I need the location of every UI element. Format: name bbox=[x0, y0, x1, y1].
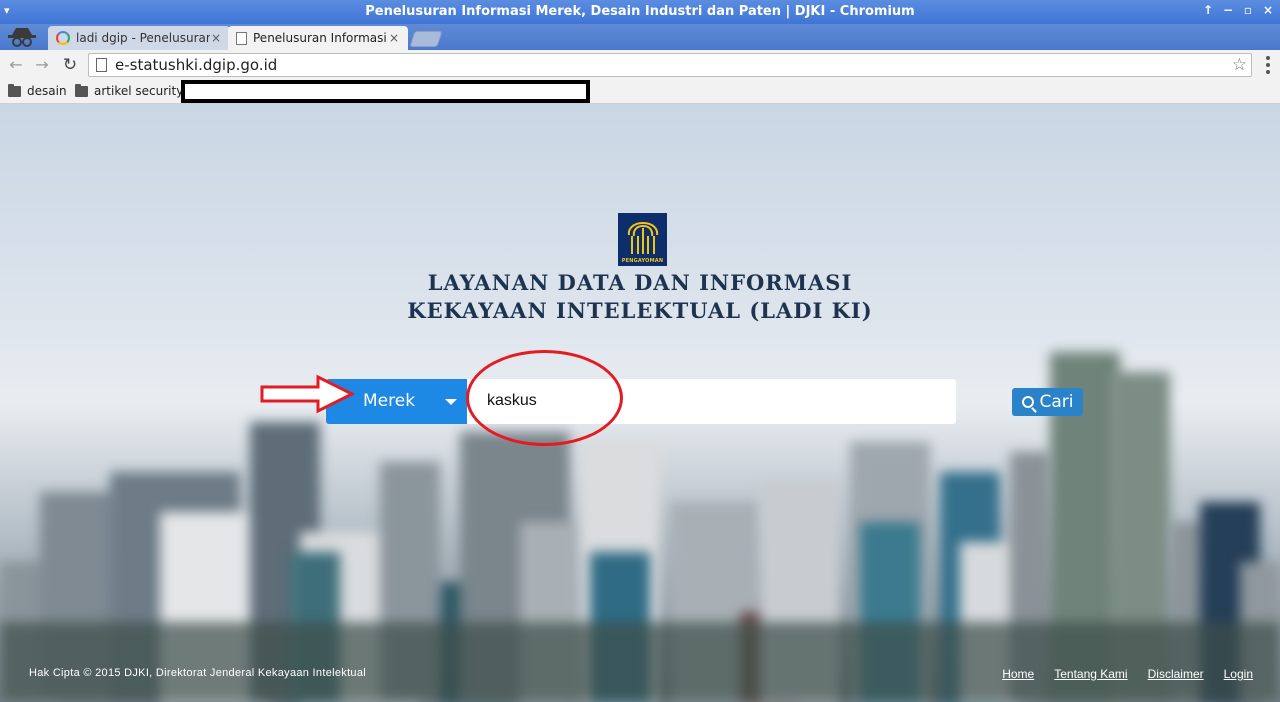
incognito-icon bbox=[8, 28, 36, 47]
maximize-icon[interactable]: ▫ bbox=[1242, 3, 1254, 17]
logo-label: PENGAYOMAN bbox=[621, 258, 664, 264]
google-icon bbox=[56, 31, 70, 45]
tab-penelusuran[interactable]: Penelusuran Informasi × bbox=[228, 26, 408, 50]
pengayoman-emblem-icon bbox=[627, 222, 658, 254]
tab-ladi-dgip[interactable]: ladi dgip - Penelusuran × bbox=[48, 26, 230, 50]
page-content: PENGAYOMAN LAYANAN DATA DAN INFORMASI KE… bbox=[0, 104, 1280, 702]
category-label: Merek bbox=[363, 391, 416, 411]
new-tab-button[interactable] bbox=[409, 31, 443, 47]
bookmark-desain[interactable]: desain bbox=[8, 83, 67, 98]
tab-strip: ladi dgip - Penelusuran × Penelusuran In… bbox=[0, 24, 1280, 50]
tab-label: ladi dgip - Penelusuran bbox=[76, 31, 210, 45]
close-window-icon[interactable]: × bbox=[1262, 3, 1274, 17]
bookmarks-bar: desain artikel security bbox=[0, 80, 1280, 104]
caret-down-icon bbox=[445, 399, 457, 405]
browser-menu-icon[interactable] bbox=[1266, 56, 1270, 74]
minimize-icon[interactable]: − bbox=[1222, 3, 1234, 17]
redacted-region bbox=[181, 80, 590, 103]
folder-icon bbox=[8, 83, 21, 97]
red-highlight-ellipse bbox=[466, 350, 623, 446]
keep-above-icon[interactable]: ↑ bbox=[1202, 3, 1214, 17]
footer-link-tentang-kami[interactable]: Tentang Kami bbox=[1054, 667, 1127, 681]
bookmark-label: artikel security bbox=[94, 84, 184, 98]
red-arrow-annotation-icon bbox=[260, 374, 356, 414]
footer-link-disclaimer[interactable]: Disclaimer bbox=[1148, 667, 1204, 681]
page-title-line-2: KEKAYAAN INTELEKTUAL (LADI KI) bbox=[407, 298, 873, 323]
tab-label: Penelusuran Informasi bbox=[253, 31, 387, 45]
back-icon[interactable]: ← bbox=[6, 55, 26, 75]
bookmark-label: desain bbox=[27, 84, 67, 98]
footer-link-login[interactable]: Login bbox=[1224, 667, 1253, 681]
footer-links: Home Tentang Kami Disclaimer Login bbox=[1002, 667, 1253, 681]
search-button[interactable]: Cari bbox=[1012, 388, 1083, 416]
forward-icon[interactable]: → bbox=[32, 55, 52, 75]
folder-icon bbox=[75, 83, 88, 97]
bookmark-star-icon[interactable]: ☆ bbox=[1232, 55, 1247, 75]
browser-toolbar: ← → ↻ e-statushki.dgip.go.id ☆ bbox=[0, 50, 1280, 80]
footer-copyright: Hak Cipta © 2015 DJKI, Direktorat Jender… bbox=[29, 667, 367, 679]
page-title-line-1: LAYANAN DATA DAN INFORMASI bbox=[427, 270, 853, 295]
window-title: Penelusuran Informasi Merek, Desain Indu… bbox=[365, 4, 915, 19]
search-form: Merek kaskus Cari bbox=[326, 379, 1083, 424]
url-text[interactable]: e-statushki.dgip.go.id bbox=[115, 56, 277, 74]
close-tab-icon[interactable]: × bbox=[388, 31, 400, 45]
pengayoman-logo: PENGAYOMAN bbox=[618, 213, 667, 266]
search-button-label: Cari bbox=[1039, 392, 1074, 412]
address-bar[interactable]: e-statushki.dgip.go.id ☆ bbox=[88, 53, 1252, 77]
reload-icon[interactable]: ↻ bbox=[60, 55, 80, 75]
search-icon bbox=[1021, 396, 1034, 408]
bookmark-artikel-security[interactable]: artikel security bbox=[75, 83, 184, 98]
document-icon bbox=[236, 31, 247, 45]
window-title-bar: ▾ Penelusuran Informasi Merek, Desain In… bbox=[0, 0, 1280, 24]
page-info-icon[interactable] bbox=[96, 58, 107, 72]
close-tab-icon[interactable]: × bbox=[210, 31, 222, 45]
window-controls: ↑ − ▫ × bbox=[1202, 3, 1274, 17]
footer-link-home[interactable]: Home bbox=[1002, 667, 1034, 681]
